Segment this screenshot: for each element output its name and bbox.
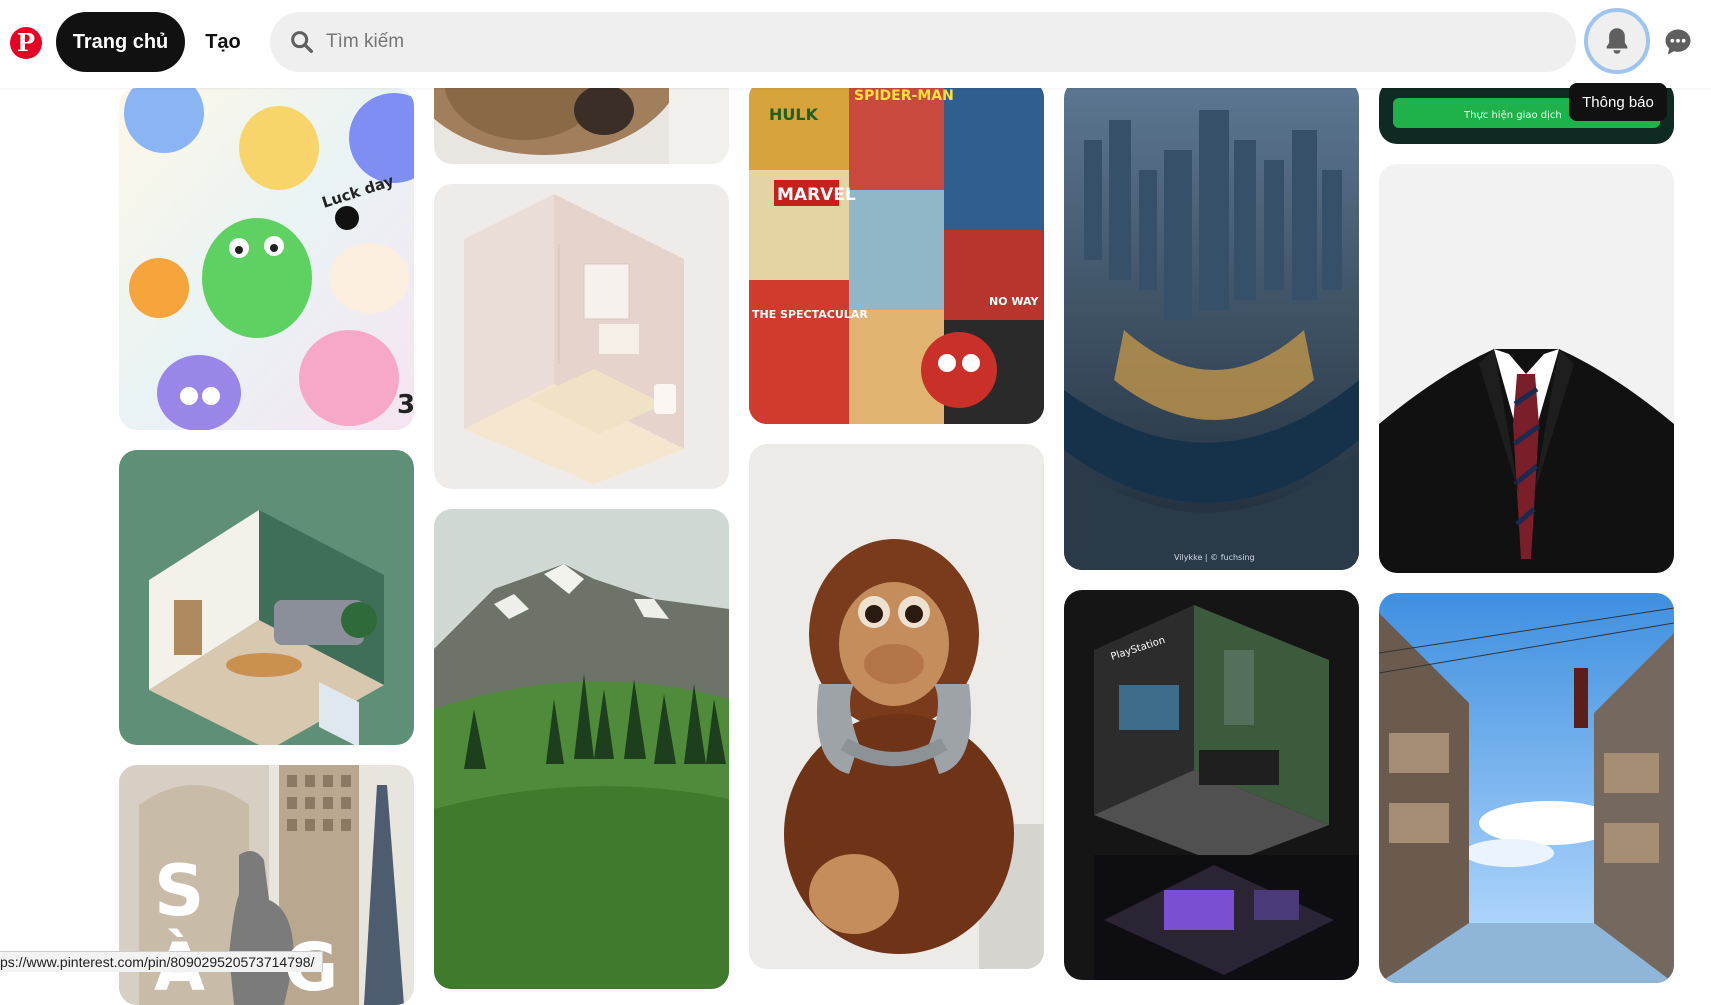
- pin-text: 3: [397, 390, 414, 420]
- search-icon: [291, 31, 313, 53]
- pin-text: SPIDER-MAN: [854, 88, 954, 104]
- pin-image: [1379, 164, 1674, 573]
- pin-iso-living-room[interactable]: [119, 450, 414, 745]
- pin-mountain-meadow[interactable]: [434, 509, 729, 989]
- pin-japan-street[interactable]: [1379, 593, 1674, 983]
- pin-image: [434, 509, 729, 989]
- pin-image: Vilykke | © fuchsing: [1064, 80, 1359, 570]
- pin-text: HULK: [769, 105, 819, 124]
- pin-iso-gaming-room[interactable]: PlayStation: [1064, 590, 1359, 980]
- pin-text: Thực hiện giao dịch: [1463, 109, 1562, 121]
- nav-create-button[interactable]: Tạo: [196, 12, 250, 72]
- pin-suit-template[interactable]: [1379, 164, 1674, 573]
- pin-city-aerial[interactable]: Vilykke | © fuchsing: [1064, 80, 1359, 570]
- pin-text: Vilykke | © fuchsing: [1174, 553, 1255, 562]
- pin-marvel-comics[interactable]: MARVEL HULK SPIDER-MAN THE SPECTACULAR N…: [749, 80, 1044, 424]
- pin-image: PlayStation: [1064, 590, 1359, 980]
- pin-image: [434, 184, 729, 489]
- pin-text: S: [154, 850, 204, 932]
- pin-monkey-headphones[interactable]: [749, 444, 1044, 969]
- pin-text: THE SPECTACULAR: [752, 308, 868, 321]
- top-navigation-bar: P Trang chủ Tạo: [0, 0, 1711, 88]
- pin-cute-stickers[interactable]: Luck day 3: [119, 88, 414, 430]
- pin-image: [119, 450, 414, 745]
- pin-text: MARVEL: [777, 185, 856, 205]
- pin-image: [1379, 593, 1674, 983]
- pin-text: NO WAY: [989, 295, 1039, 308]
- bell-icon: [1606, 28, 1628, 54]
- pin-image: Luck day 3: [119, 88, 414, 430]
- search-input[interactable]: [324, 30, 1528, 54]
- search-bar[interactable]: [270, 12, 1576, 72]
- notifications-button[interactable]: [1584, 8, 1650, 74]
- pinterest-logo-icon[interactable]: P: [10, 27, 42, 59]
- pin-image: [749, 444, 1044, 969]
- chat-bubble-icon: [1665, 29, 1691, 55]
- notifications-tooltip: Thông báo: [1569, 83, 1667, 121]
- nav-home-button[interactable]: Trang chủ: [56, 12, 185, 72]
- messages-button[interactable]: [1660, 24, 1696, 60]
- pin-image: MARVEL HULK SPIDER-MAN THE SPECTACULAR N…: [749, 80, 1044, 424]
- pin-iso-bathroom[interactable]: [434, 184, 729, 489]
- status-bar-url: ps://www.pinterest.com/pin/8090295205737…: [0, 951, 324, 972]
